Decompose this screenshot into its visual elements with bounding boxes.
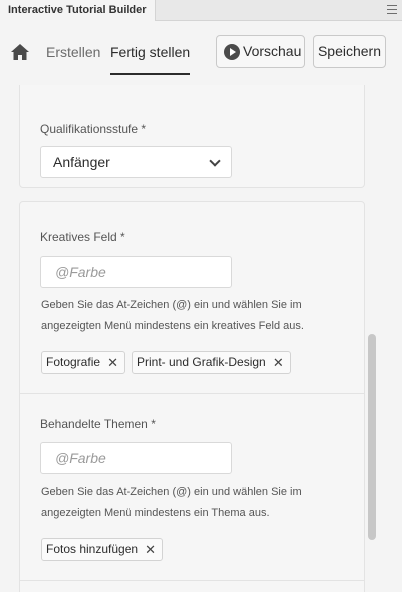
topics-help: Geben Sie das At-Zeichen (@) ein und wäh… bbox=[41, 482, 341, 524]
qualification-label: Qualifikationsstufe * bbox=[40, 122, 147, 136]
form-content: Qualifikationsstufe * Anfänger Kreatives… bbox=[0, 85, 402, 592]
creative-field-input[interactable] bbox=[40, 256, 232, 288]
tag-print-grafik-design: Print- und Grafik-Design ✕ bbox=[132, 351, 291, 374]
toolbar: Erstellen Fertig stellen Vorschau Speich… bbox=[0, 21, 402, 85]
topics-help-line2: angezeigten Menü mindestens ein Thema au… bbox=[41, 507, 270, 519]
creative-field-help-line2: angezeigten Menü mindestens ein kreative… bbox=[41, 320, 304, 332]
tag-label: Fotografie bbox=[46, 355, 101, 369]
qualification-card: Qualifikationsstufe * Anfänger bbox=[19, 85, 365, 188]
hamburger-menu-icon[interactable] bbox=[387, 5, 397, 14]
creative-field-help: Geben Sie das At-Zeichen (@) ein und wäh… bbox=[41, 295, 341, 337]
tab-fertig-stellen[interactable]: Fertig stellen bbox=[110, 44, 191, 75]
section-divider bbox=[20, 393, 364, 394]
tag-label: Fotos hinzufügen bbox=[46, 542, 139, 556]
panel-title-bar: Interactive Tutorial Builder bbox=[0, 0, 402, 21]
tag-fotos-hinzufuegen: Fotos hinzufügen ✕ bbox=[41, 538, 164, 561]
creative-field-help-line1: Geben Sie das At-Zeichen (@) ein und wäh… bbox=[41, 299, 302, 311]
qualification-select[interactable]: Anfänger bbox=[40, 146, 232, 178]
home-icon[interactable] bbox=[10, 43, 30, 61]
preview-button-label: Vorschau bbox=[243, 43, 302, 59]
remove-tag-icon[interactable]: ✕ bbox=[107, 352, 118, 373]
remove-tag-icon[interactable]: ✕ bbox=[273, 352, 284, 373]
tag-label: Print- und Grafik-Design bbox=[137, 355, 266, 369]
tab-erstellen[interactable]: Erstellen bbox=[46, 44, 100, 60]
tag-fotografie: Fotografie ✕ bbox=[41, 351, 126, 374]
qualification-value: Anfänger bbox=[53, 154, 110, 170]
panel-title: Interactive Tutorial Builder bbox=[0, 0, 156, 21]
fields-card: Kreatives Feld * Geben Sie das At-Zeiche… bbox=[19, 201, 365, 592]
topics-input[interactable] bbox=[40, 442, 232, 474]
chevron-down-icon bbox=[209, 155, 221, 167]
save-button[interactable]: Speichern bbox=[313, 35, 386, 68]
scrollbar-thumb[interactable] bbox=[368, 334, 376, 540]
topics-label: Behandelte Themen * bbox=[40, 417, 156, 431]
creative-field-label: Kreatives Feld * bbox=[40, 230, 125, 244]
play-circle-icon bbox=[224, 44, 240, 60]
preview-button[interactable]: Vorschau bbox=[216, 35, 305, 68]
topics-help-line1: Geben Sie das At-Zeichen (@) ein und wäh… bbox=[41, 486, 302, 498]
section-divider bbox=[20, 580, 364, 581]
remove-tag-icon[interactable]: ✕ bbox=[145, 539, 156, 560]
